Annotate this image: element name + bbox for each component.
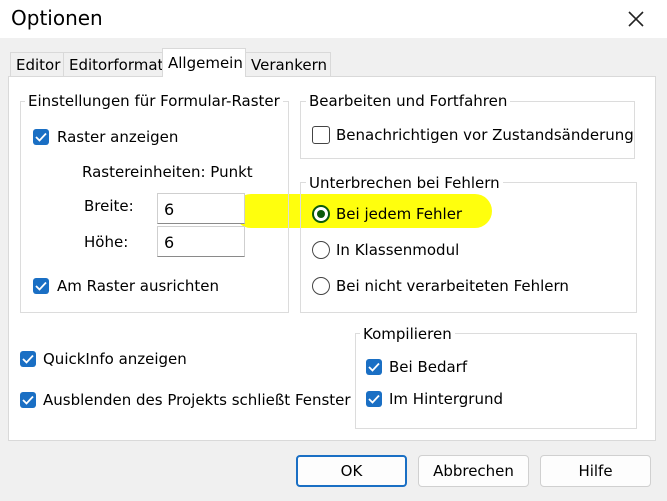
notify-checkbox[interactable] (312, 126, 330, 144)
quickinfo-checkbox[interactable] (20, 351, 36, 367)
compile-title: Kompilieren (360, 325, 455, 343)
compile-background-checkbox[interactable] (366, 391, 382, 407)
radio-every-error[interactable] (312, 205, 330, 223)
grid-settings-title: Einstellungen für Formular-Raster (25, 92, 283, 110)
cancel-button[interactable]: Abbrechen (418, 455, 529, 487)
edit-continue-title: Bearbeiten und Fortfahren (306, 92, 511, 110)
tab-editor[interactable]: Editor (10, 52, 64, 76)
show-grid-label: Raster anzeigen (57, 128, 179, 146)
radio-unhandled-errors[interactable] (312, 277, 330, 295)
notify-label: Benachrichtigen vor Zustandsänderung (336, 126, 634, 144)
grid-units-label: Rastereinheiten: Punkt (82, 163, 253, 181)
radio-every-error-label: Bei jedem Fehler (336, 205, 463, 223)
quickinfo-label: QuickInfo anzeigen (43, 350, 187, 368)
tab-editorformat[interactable]: Editorformat (63, 52, 163, 76)
show-grid-checkbox[interactable] (33, 129, 49, 145)
radio-class-module[interactable] (312, 241, 330, 259)
ok-button[interactable]: OK (296, 455, 407, 487)
radio-class-module-label: In Klassenmodul (336, 241, 460, 259)
align-grid-label: Am Raster ausrichten (57, 277, 220, 295)
align-grid-checkbox[interactable] (33, 278, 49, 294)
width-label: Breite: (84, 197, 134, 215)
hide-project-label: Ausblenden des Projekts schließt Fenster (43, 391, 351, 409)
hide-project-checkbox[interactable] (20, 392, 36, 408)
height-label: Höhe: (84, 233, 129, 251)
height-input[interactable]: 6 (157, 226, 245, 257)
tab-allgemein[interactable]: Allgemein (162, 48, 246, 77)
tab-verankern[interactable]: Verankern (245, 52, 331, 76)
window-title: Optionen (11, 6, 103, 30)
close-icon[interactable] (622, 5, 650, 33)
compile-background-label: Im Hintergrund (389, 390, 503, 408)
compile-group (355, 333, 637, 429)
compile-on-demand-label: Bei Bedarf (389, 358, 468, 376)
error-break-title: Unterbrechen bei Fehlern (306, 174, 503, 192)
radio-unhandled-errors-label: Bei nicht verarbeiteten Fehlern (336, 277, 569, 295)
help-button[interactable]: Hilfe (540, 455, 651, 487)
width-input[interactable]: 6 (157, 193, 245, 224)
compile-on-demand-checkbox[interactable] (366, 359, 382, 375)
